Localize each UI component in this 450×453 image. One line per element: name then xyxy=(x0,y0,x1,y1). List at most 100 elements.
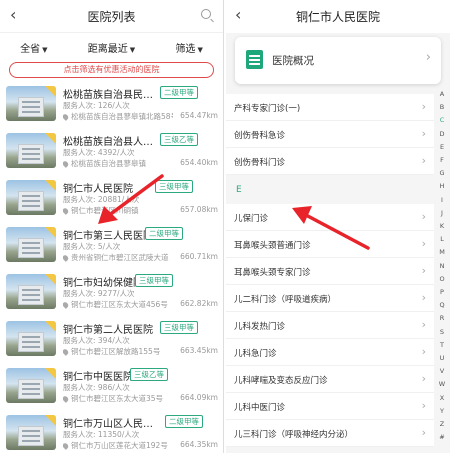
department-row[interactable]: 儿科急门诊 › xyxy=(226,339,434,366)
hospital-address: 铜仁市碧江区东太大道35号 xyxy=(63,393,163,404)
alphabet-index-letter[interactable]: O xyxy=(437,273,447,286)
promo-filter-banner[interactable]: 点击筛选有优惠活动的医院 xyxy=(9,62,214,78)
hospital-card[interactable]: 铜仁市人民医院 三级甲等 服务人次: 20881/人次 铜仁市碧江区川硐镇 657.08… xyxy=(0,174,223,221)
department-label: 耳鼻喉头颈普通门诊 xyxy=(234,241,311,251)
grade-badge: 二级甲等 xyxy=(160,86,198,99)
distance: 654.47km xyxy=(180,111,218,120)
featured-corner-icon xyxy=(45,180,56,191)
alphabet-index-letter[interactable]: L xyxy=(437,233,447,246)
grade-badge: 三级乙等 xyxy=(160,133,198,146)
address-text: 贵州省铜仁市碧江区武陵大道 xyxy=(71,253,169,262)
alphabet-index-letter[interactable]: D xyxy=(437,128,447,141)
filter-province[interactable]: 全省 ▼ xyxy=(20,40,47,55)
hospital-card[interactable]: 松桃苗族自治县人民... 三级乙等 服务人次: 4392/人次 松桃苗族自治县蓼皋镇 6… xyxy=(0,127,223,174)
alphabet-index-letter[interactable]: R xyxy=(437,312,447,325)
hospital-card[interactable]: 铜仁市第三人民医院 二级甲等 服务人次: 5/人次 贵州省铜仁市碧江区武陵大道 660.… xyxy=(0,221,223,268)
grade-badge: 三级甲等 xyxy=(155,180,193,193)
department-label: 儿科急门诊 xyxy=(234,349,277,359)
department-row[interactable]: 儿科哮喘及变态反应门诊 › xyxy=(226,366,434,393)
service-count: 服务人次: 4392/人次 xyxy=(63,148,135,157)
department-row[interactable]: 儿科中医门诊 › xyxy=(226,393,434,420)
alphabet-index-letter[interactable]: N xyxy=(437,260,447,273)
alphabet-index-letter[interactable]: P xyxy=(437,286,447,299)
hospital-address: 松桃苗族自治县蓼皋镇 xyxy=(63,158,146,169)
hospital-card[interactable]: 松桃苗族自治县民族... 二级甲等 服务人次: 126/人次 松桃苗族自治县蓼皋镇北路… xyxy=(0,80,223,127)
hospital-name: 铜仁市妇幼保健院 xyxy=(63,278,143,289)
department-label: 儿三科门诊（呼吸神经内分泌） xyxy=(234,430,354,440)
hospital-photo xyxy=(6,415,56,450)
featured-corner-icon xyxy=(45,321,56,332)
alphabet-index-letter[interactable]: E xyxy=(437,141,447,154)
service-count: 服务人次: 5/人次 xyxy=(63,242,121,251)
alphabet-index-letter[interactable]: F xyxy=(437,154,447,167)
alphabet-index-letter[interactable]: V xyxy=(437,365,447,378)
hospital-photo xyxy=(6,227,56,262)
alphabet-index-letter[interactable]: K xyxy=(437,220,447,233)
department-group: 儿保门诊 › 耳鼻喉头颈普通门诊 › 耳鼻喉头颈专家门诊 › 儿二科门诊（呼吸道疾病） › 儿科… xyxy=(226,204,434,447)
hospital-name: 铜仁市第三人民医院 xyxy=(63,231,153,242)
filter-screen[interactable]: 筛选 ▼ xyxy=(175,40,202,55)
alphabet-index-letter[interactable]: I xyxy=(437,194,447,207)
alphabet-index-letter[interactable]: U xyxy=(437,352,447,365)
hospital-name: 铜仁市第二人民医院 xyxy=(63,325,153,336)
alphabet-index-letter[interactable]: C xyxy=(437,114,447,127)
department-row[interactable]: 儿二科门诊（呼吸道疾病） › xyxy=(226,285,434,312)
featured-corner-icon xyxy=(45,86,56,97)
department-row[interactable]: 儿保门诊 › xyxy=(226,204,434,231)
alphabet-index: A B C D E F G H I J K L M N O P Q R S T U V W X Y Z # xyxy=(437,88,447,444)
chevron-right-icon: › xyxy=(421,237,426,250)
filter-distance[interactable]: 距离最近 ▼ xyxy=(88,40,135,55)
alphabet-index-letter[interactable]: Y xyxy=(437,405,447,418)
department-row[interactable]: 产科专家门诊(一) › xyxy=(226,94,434,121)
featured-corner-icon xyxy=(45,274,56,285)
chevron-right-icon: › xyxy=(421,426,426,439)
department-row[interactable]: 儿科发热门诊 › xyxy=(226,312,434,339)
alphabet-index-letter[interactable]: Z xyxy=(437,418,447,431)
alphabet-index-letter[interactable]: H xyxy=(437,180,447,193)
alphabet-index-letter[interactable]: A xyxy=(437,88,447,101)
hospital-card[interactable]: 铜仁市万山区人民医院 二级甲等服务人次: 11350/人次 铜仁市万山区莲花大道19… xyxy=(0,409,223,453)
alphabet-index-letter[interactable]: M xyxy=(437,246,447,259)
department-row[interactable]: 耳鼻喉头颈普通门诊 › xyxy=(226,231,434,258)
department-row[interactable]: 耳鼻喉头颈专家门诊 › xyxy=(226,258,434,285)
hospital-address: 铜仁市碧江区东太大道456号 xyxy=(63,299,168,310)
hospital-overview-card[interactable]: 医院概况 › xyxy=(235,37,441,84)
alphabet-index-letter[interactable]: G xyxy=(437,167,447,180)
alphabet-index-letter[interactable]: Q xyxy=(437,299,447,312)
department-label: 产科专家门诊(一) xyxy=(234,104,301,114)
department-label: 儿科哮喘及变态反应门诊 xyxy=(234,376,328,386)
service-count: 服务人次: 394/人次 xyxy=(63,336,130,345)
hospital-card[interactable]: 铜仁市中医医院 三级乙等 服务人次: 986/人次 铜仁市碧江区东太大道35号 664.… xyxy=(0,362,223,409)
alphabet-index-letter[interactable]: W xyxy=(437,378,447,391)
alphabet-index-letter[interactable]: J xyxy=(437,207,447,220)
hospital-address: 铜仁市万山区莲花大道192号 xyxy=(63,440,168,451)
address-text: 铜仁市碧江区解放路155号 xyxy=(71,347,161,356)
distance: 660.71km xyxy=(180,252,218,261)
distance: 664.35km xyxy=(180,440,218,449)
hospital-address: 铜仁市碧江区川硐镇 xyxy=(63,205,139,216)
header: ‹ 铜仁市人民医院 xyxy=(226,0,450,33)
chevron-right-icon: › xyxy=(421,399,426,412)
department-row[interactable]: 创伤骨科门诊 › xyxy=(226,148,434,175)
grade-badge: 二级甲等 xyxy=(165,415,203,428)
alphabet-index-letter[interactable]: X xyxy=(437,392,447,405)
alphabet-index-letter[interactable]: # xyxy=(437,431,447,444)
alphabet-index-letter[interactable]: B xyxy=(437,101,447,114)
filter-label: 距离最近 xyxy=(87,43,128,55)
department-label: 儿二科门诊（呼吸道疾病） xyxy=(234,295,337,305)
featured-corner-icon xyxy=(45,415,56,426)
department-row[interactable]: 儿三科门诊（呼吸神经内分泌） › xyxy=(226,420,434,447)
hospital-photo xyxy=(6,368,56,403)
service-count: 服务人次: 11350/人次 xyxy=(63,430,140,439)
department-row[interactable]: 创伤骨科急诊 › xyxy=(226,121,434,148)
hospital-card[interactable]: 铜仁市第二人民医院 三级甲等 服务人次: 394/人次 铜仁市碧江区解放路155号 66… xyxy=(0,315,223,362)
distance: 664.09km xyxy=(180,393,218,402)
search-icon[interactable] xyxy=(201,9,211,19)
filter-label: 筛选 xyxy=(175,43,196,55)
alphabet-index-letter[interactable]: T xyxy=(437,339,447,352)
department-label: 创伤骨科门诊 xyxy=(234,158,286,168)
caret-down-icon: ▼ xyxy=(42,45,48,54)
alphabet-index-letter[interactable]: S xyxy=(437,326,447,339)
hospital-name: 铜仁市万山区人民医院 xyxy=(63,419,158,430)
hospital-card[interactable]: 铜仁市妇幼保健院 三级甲等 服务人次: 9277/人次 铜仁市碧江区东太大道456号 6… xyxy=(0,268,223,315)
